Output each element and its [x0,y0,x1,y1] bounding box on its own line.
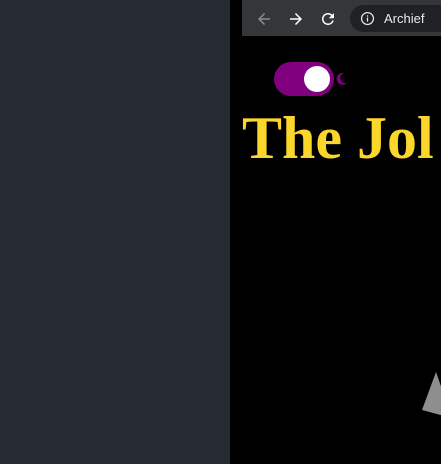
browser-window: Archief The Jol [230,0,441,464]
arrow-left-icon [258,13,270,25]
decorative-shape [422,372,441,416]
forward-button[interactable] [286,9,306,29]
left-panel [0,0,237,464]
toggle-knob [304,66,330,92]
moon-icon [336,72,347,85]
reload-icon [322,12,334,25]
info-icon[interactable] [360,11,375,26]
page-title: The Jol [242,105,434,171]
arrow-right-icon [290,13,302,25]
back-button[interactable] [254,9,274,29]
browser-toolbar: Archief [242,0,441,36]
address-text: Archief [384,11,425,26]
theme-toggle[interactable] [274,62,334,96]
screen: Archief The Jol [0,0,441,464]
address-bar[interactable]: Archief [350,5,441,32]
reload-button[interactable] [318,9,338,29]
